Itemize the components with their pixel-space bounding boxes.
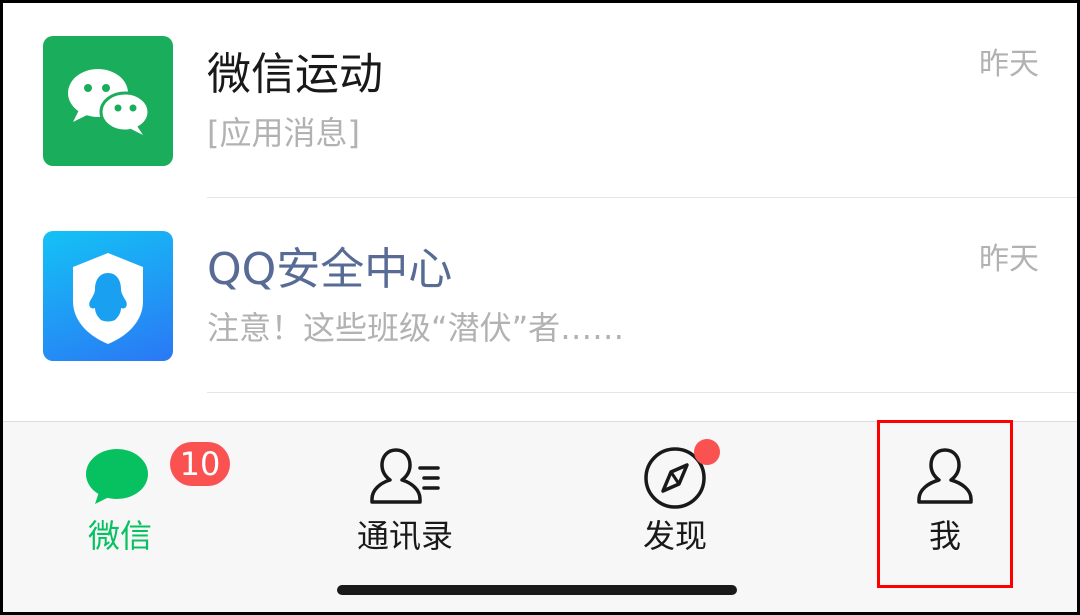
tab-contacts[interactable]: 通讯录 [305, 422, 505, 572]
chat-bubbles-icon [86, 449, 148, 504]
discover-red-dot [694, 439, 720, 465]
chat-name: 微信运动 [207, 49, 383, 100]
row-divider [207, 392, 1077, 393]
chat-row-qq-security[interactable]: QQ安全中心 注意！这些班级“潜伏”者…… 昨天 [3, 198, 1077, 393]
unread-badge: 10 [170, 442, 230, 486]
chat-preview: 注意！这些班级“潜伏”者…… [207, 309, 625, 347]
chat-time: 昨天 [979, 242, 1039, 277]
qq-security-avatar [43, 231, 173, 361]
tab-label: 通讯录 [356, 517, 453, 555]
qq-shield-icon [73, 253, 143, 344]
me-tab-highlight-box [877, 420, 1013, 588]
chat-time: 昨天 [979, 47, 1039, 82]
tab-chats[interactable]: 10 微信 [20, 422, 230, 572]
tab-label: 微信 [87, 517, 152, 555]
contacts-icon [370, 448, 440, 504]
wechat-sports-avatar [43, 36, 173, 166]
home-indicator[interactable] [337, 585, 737, 595]
tab-label: 发现 [642, 517, 707, 555]
chat-preview: [应用消息] [207, 114, 360, 152]
wechat-screen: 微信运动 [应用消息] 昨天 QQ安全中心 注意！这些班级“潜伏”者…… 昨天 … [3, 3, 1077, 612]
wechat-logo-icon [68, 69, 151, 135]
tab-discover[interactable]: 发现 [575, 422, 775, 572]
chat-name: QQ安全中心 [207, 244, 453, 295]
chat-row-wechat-sports[interactable]: 微信运动 [应用消息] 昨天 [3, 3, 1077, 198]
